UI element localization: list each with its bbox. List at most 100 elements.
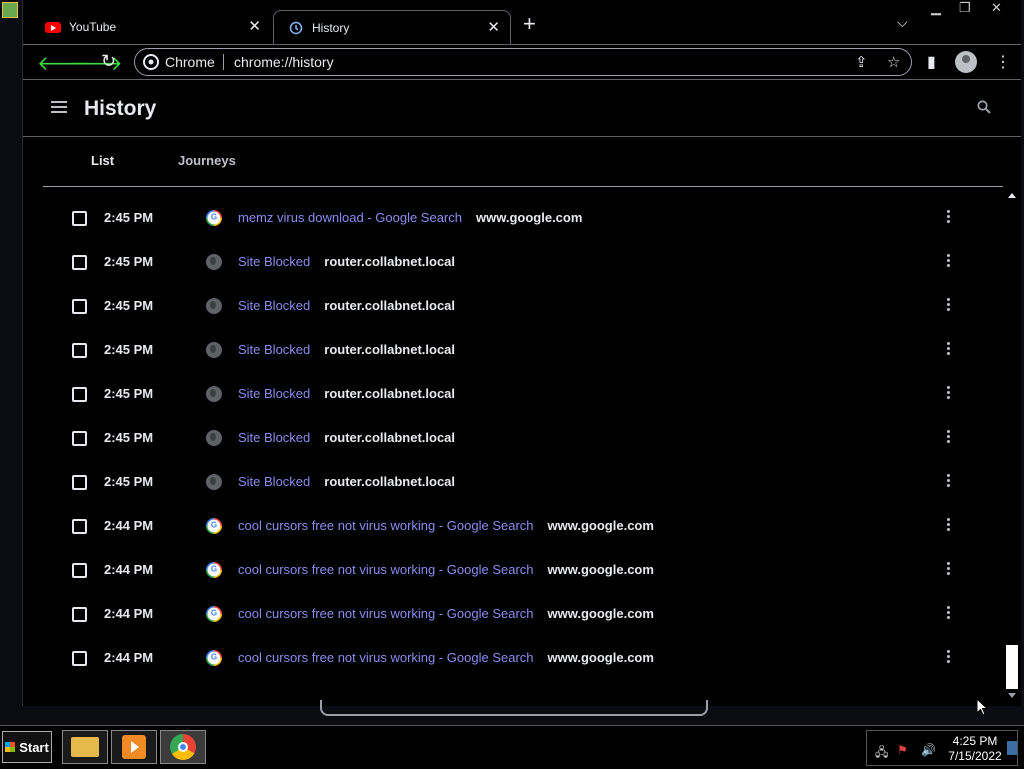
entry-title-link[interactable]: memz virus download - Google Search xyxy=(238,210,462,225)
entry-title-link[interactable]: cool cursors free not virus working - Go… xyxy=(238,562,534,577)
entry-title-link[interactable]: cool cursors free not virus working - Go… xyxy=(238,650,534,665)
entry-checkbox[interactable] xyxy=(72,475,87,490)
entry-checkbox[interactable] xyxy=(72,211,87,226)
entry-menu-kebab-icon[interactable] xyxy=(947,298,951,314)
entry-checkbox[interactable] xyxy=(72,343,87,358)
history-entry-row[interactable]: 2:45 PM Site Blocked router.collabnet.loca… xyxy=(23,372,1013,416)
entry-menu-kebab-icon[interactable] xyxy=(947,518,951,534)
new-tab-button[interactable]: + xyxy=(523,13,536,35)
volume-icon[interactable]: 🔊 xyxy=(921,743,936,757)
entry-menu-kebab-icon[interactable] xyxy=(947,210,951,226)
entry-title-link[interactable]: cool cursors free not virus working - Go… xyxy=(238,518,534,533)
entry-title-link[interactable]: Site Blocked xyxy=(238,298,310,313)
tab-list[interactable]: List xyxy=(91,153,114,168)
share-icon[interactable]: ⇪ xyxy=(855,53,868,71)
entry-checkbox[interactable] xyxy=(72,651,87,666)
maximize-button[interactable]: ❐ xyxy=(959,0,971,18)
url-text[interactable]: chrome://history xyxy=(234,54,334,70)
scrollbar-thumb[interactable] xyxy=(1006,645,1018,689)
entry-checkbox[interactable] xyxy=(72,431,87,446)
globe-favicon-icon xyxy=(206,342,222,358)
entry-checkbox[interactable] xyxy=(72,387,87,402)
entry-domain: router.collabnet.local xyxy=(324,474,456,489)
entry-title-link[interactable]: cool cursors free not virus working - Go… xyxy=(238,606,534,621)
app-icon[interactable] xyxy=(2,2,18,18)
entry-checkbox[interactable] xyxy=(72,563,87,578)
entry-checkbox[interactable] xyxy=(72,519,87,534)
show-desktop-button[interactable] xyxy=(1007,741,1017,755)
chrome-taskbar-button[interactable] xyxy=(160,730,206,764)
google-favicon-icon xyxy=(206,650,222,666)
dock-outline xyxy=(320,700,708,716)
bookmark-star-icon[interactable]: ☆ xyxy=(887,53,900,71)
entry-time: 2:45 PM xyxy=(104,474,154,489)
explorer-taskbar-button[interactable] xyxy=(62,730,108,764)
hamburger-menu-icon[interactable] xyxy=(51,101,67,113)
network-icon[interactable]: 🖧 xyxy=(875,743,888,764)
entry-checkbox[interactable] xyxy=(72,607,87,622)
menu-kebab-icon[interactable]: ⋮ xyxy=(995,52,1011,72)
entry-menu-kebab-icon[interactable] xyxy=(947,254,951,270)
history-entry-row[interactable]: 2:45 PM memz virus download - Google Sear… xyxy=(23,196,1013,240)
scroll-down-arrow-icon[interactable] xyxy=(1008,693,1016,698)
scrollbar[interactable] xyxy=(1006,193,1018,703)
globe-favicon-icon xyxy=(206,386,222,402)
clock[interactable]: 4:25 PM 7/15/2022 xyxy=(947,734,1003,764)
history-entry-row[interactable]: 2:45 PM Site Blocked router.collabnet.loca… xyxy=(23,460,1013,504)
reload-button[interactable]: ↻ xyxy=(101,51,116,72)
history-page: History List Journeys 2:45 PM memz virus … xyxy=(23,80,1021,706)
close-tab-icon[interactable]: ✕ xyxy=(487,18,500,36)
entry-menu-kebab-icon[interactable] xyxy=(947,342,951,358)
tab-search-chevron-icon[interactable]: ⌵ xyxy=(897,14,908,31)
scroll-up-arrow-icon[interactable] xyxy=(1008,193,1016,198)
entry-title-link[interactable]: Site Blocked xyxy=(238,254,310,269)
history-entry-row[interactable]: 2:45 PM Site Blocked router.collabnet.loca… xyxy=(23,328,1013,372)
chrome-logo-icon xyxy=(170,734,196,760)
entry-menu-kebab-icon[interactable] xyxy=(947,430,951,446)
close-window-button[interactable]: ✕ xyxy=(991,0,1002,18)
tab-history[interactable]: History ✕ xyxy=(273,10,511,44)
entry-title-link[interactable]: Site Blocked xyxy=(238,430,310,445)
profile-avatar[interactable] xyxy=(955,51,977,73)
entry-menu-kebab-icon[interactable] xyxy=(947,650,951,666)
history-entry-row[interactable]: 2:44 PM cool cursors free not virus worki… xyxy=(23,548,1013,592)
entry-domain: www.google.com xyxy=(547,650,654,665)
entry-menu-kebab-icon[interactable] xyxy=(947,606,951,622)
clock-date: 7/15/2022 xyxy=(948,749,1002,763)
entry-menu-kebab-icon[interactable] xyxy=(947,386,951,402)
entry-text: cool cursors free not virus working - Go… xyxy=(238,518,654,533)
entry-domain: www.google.com xyxy=(547,562,654,577)
omnibox-separator xyxy=(223,54,224,70)
chrome-chip[interactable]: Chrome xyxy=(143,54,215,70)
history-entry-row[interactable]: 2:45 PM Site Blocked router.collabnet.loca… xyxy=(23,416,1013,460)
minimize-button[interactable]: ▁ xyxy=(931,0,941,18)
address-bar[interactable]: Chrome chrome://history ⇪ ☆ xyxy=(134,48,912,76)
entry-title-link[interactable]: Site Blocked xyxy=(238,474,310,489)
entry-time: 2:44 PM xyxy=(104,562,154,577)
media-player-icon xyxy=(122,735,146,759)
history-entry-row[interactable]: 2:44 PM cool cursors free not virus worki… xyxy=(23,504,1013,548)
entry-checkbox[interactable] xyxy=(72,255,87,270)
side-panel-icon[interactable]: ▮ xyxy=(927,52,936,72)
entry-text: memz virus download - Google Search www.g… xyxy=(238,210,582,225)
media-player-taskbar-button[interactable] xyxy=(111,730,157,764)
tab-journeys[interactable]: Journeys xyxy=(178,153,236,168)
globe-favicon-icon xyxy=(206,430,222,446)
entry-checkbox[interactable] xyxy=(72,299,87,314)
entry-domain: www.google.com xyxy=(547,518,654,533)
google-favicon-icon xyxy=(206,562,222,578)
history-entry-row[interactable]: 2:44 PM cool cursors free not virus worki… xyxy=(23,592,1013,636)
search-icon[interactable] xyxy=(977,100,991,114)
entry-menu-kebab-icon[interactable] xyxy=(947,562,951,578)
history-entry-row[interactable]: 2:45 PM Site Blocked router.collabnet.loca… xyxy=(23,240,1013,284)
entry-title-link[interactable]: Site Blocked xyxy=(238,342,310,357)
history-entry-row[interactable]: 2:44 PM cool cursors free not virus worki… xyxy=(23,636,1013,680)
start-button[interactable]: Start xyxy=(2,731,52,763)
tab-youtube[interactable]: YouTube ✕ xyxy=(23,10,271,44)
entry-text: Site Blocked router.collabnet.local xyxy=(238,474,455,489)
entry-title-link[interactable]: Site Blocked xyxy=(238,386,310,401)
entry-menu-kebab-icon[interactable] xyxy=(947,474,951,490)
action-center-icon[interactable]: ⚑ xyxy=(897,743,908,757)
history-entry-row[interactable]: 2:45 PM Site Blocked router.collabnet.loca… xyxy=(23,284,1013,328)
close-tab-icon[interactable]: ✕ xyxy=(248,17,261,35)
